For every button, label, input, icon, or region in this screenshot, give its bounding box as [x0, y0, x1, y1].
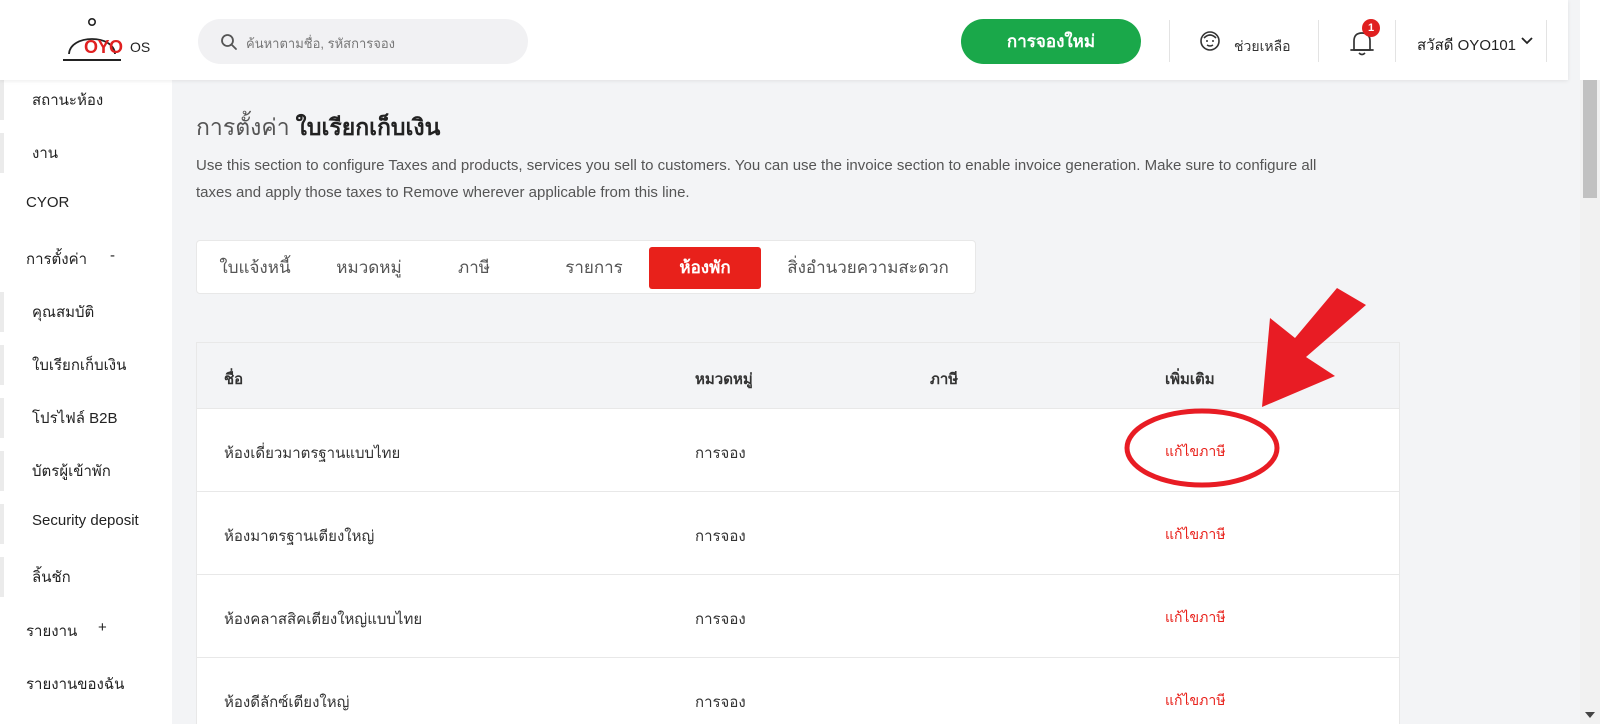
tab-invoices[interactable]: ใบแจ้งหนี้	[215, 247, 295, 289]
collapse-icon[interactable]: -	[110, 247, 115, 264]
column-header-name: ชื่อ	[224, 371, 244, 388]
room-name: ห้องคลาสสิคเตียงใหญ่แบบไทย	[224, 611, 423, 628]
sidebar-indicator	[0, 451, 4, 491]
help-label: ช่วยเหลือ	[1234, 38, 1291, 54]
edit-tax-link[interactable]: แก้ไขภาษี	[1165, 524, 1225, 546]
edit-tax-link[interactable]: แก้ไขภาษี	[1165, 441, 1225, 463]
sidebar-indicator	[0, 292, 4, 332]
sidebar: สถานะห้อง งาน CYOR การตั้งค่า - คุณสมบัต…	[0, 80, 172, 724]
page-description: Use this section to configure Taxes and …	[196, 157, 1317, 201]
header-divider	[1395, 20, 1396, 62]
edit-tax-link[interactable]: แก้ไขภาษี	[1165, 607, 1225, 629]
sidebar-indicator	[0, 557, 4, 597]
rooms-table: ชื่อ หมวดหมู่ ภาษี เพิ่มเติม ห้องเดี่ยวม…	[196, 342, 1400, 724]
column-header-tax: ภาษี	[930, 371, 959, 388]
scroll-down-arrow-icon[interactable]	[1580, 706, 1600, 724]
sidebar-item-reports[interactable]: รายงาน +	[0, 607, 172, 651]
sidebar-item-label: บัตรผู้เข้าพัก	[32, 463, 111, 480]
sidebar-item-drawer[interactable]: ลิ้นชัก	[0, 553, 172, 597]
sidebar-item-label: รายงานของฉัน	[26, 676, 125, 693]
header-divider	[1169, 20, 1170, 62]
table-row: ห้องมาตรฐานเตียงใหญ่ การจอง แก้ไขภาษี	[197, 491, 1399, 574]
support-agent-icon	[1200, 31, 1220, 51]
room-category: การจอง	[695, 611, 746, 628]
oyo-logo[interactable]: OYO OS	[62, 16, 152, 66]
tab-taxes[interactable]: ภาษี	[434, 247, 514, 289]
expand-icon[interactable]: +	[98, 619, 107, 636]
help-button[interactable]: ช่วยเหลือ	[1196, 28, 1306, 56]
edit-tax-link[interactable]: แก้ไขภาษี	[1165, 690, 1225, 712]
sidebar-item-security-deposit[interactable]: Security deposit	[0, 500, 172, 544]
tab-bar: ใบแจ้งหนี้ หมวดหมู่ ภาษี รายการ ห้องพัก …	[196, 240, 976, 294]
table-row: ห้องคลาสสิคเตียงใหญ่แบบไทย การจอง แก้ไขภ…	[197, 574, 1399, 657]
sidebar-item-cyor[interactable]: CYOR	[0, 182, 172, 226]
sidebar-indicator	[0, 80, 4, 120]
header-divider	[1546, 20, 1547, 62]
sidebar-item-b2b-profile[interactable]: โปรไฟล์ B2B	[0, 394, 172, 438]
tab-amenities[interactable]: สิ่งอำนวยความสะดวก	[780, 247, 956, 289]
room-category: การจอง	[695, 528, 746, 545]
column-header-more: เพิ่มเติม	[1165, 371, 1215, 388]
sidebar-indicator	[0, 504, 4, 544]
column-header-category: หมวดหมู่	[695, 371, 753, 388]
page-title-main: ใบเรียกเก็บเงิน	[295, 114, 441, 140]
sidebar-item-label: CYOR	[26, 194, 70, 211]
page-title: การตั้งค่า ใบเรียกเก็บเงิน	[196, 110, 440, 146]
page-title-prefix: การตั้งค่า	[196, 114, 290, 140]
top-header: OYO OS ค้นหาตามชื่อ, รหัสการจอง การจองให…	[0, 0, 1568, 80]
tab-items[interactable]: รายการ	[544, 247, 644, 289]
room-name: ห้องดีลักซ์เตียงใหญ่	[224, 694, 350, 711]
tab-categories[interactable]: หมวดหมู่	[329, 247, 409, 289]
header-divider	[1318, 20, 1319, 62]
search-placeholder: ค้นหาตามชื่อ, รหัสการจอง	[246, 36, 396, 51]
sidebar-item-invoices[interactable]: ใบเรียกเก็บเงิน	[0, 341, 172, 385]
room-name: ห้องมาตรฐานเตียงใหญ่	[224, 528, 375, 545]
page-scrollbar[interactable]	[1580, 80, 1600, 724]
sidebar-item-guest-cards[interactable]: บัตรผู้เข้าพัก	[0, 447, 172, 491]
search-icon	[221, 34, 237, 50]
sidebar-item-tasks[interactable]: งาน	[0, 129, 172, 173]
tab-rooms[interactable]: ห้องพัก	[649, 247, 761, 289]
sidebar-item-properties[interactable]: คุณสมบัติ	[0, 288, 172, 332]
scrollbar-top	[1580, 0, 1600, 80]
sidebar-indicator	[0, 133, 4, 173]
sidebar-item-label: สถานะห้อง	[32, 92, 104, 109]
table-header: ชื่อ หมวดหมู่ ภาษี เพิ่มเติม	[197, 343, 1399, 408]
sidebar-item-label: โปรไฟล์ B2B	[32, 410, 118, 427]
table-row: ห้องเดี่ยวมาตรฐานแบบไทย การจอง แก้ไขภาษี	[197, 408, 1399, 491]
sidebar-indicator	[0, 398, 4, 438]
user-menu[interactable]: สวัสดี OYO101	[1417, 33, 1516, 57]
sidebar-item-label: งาน	[32, 145, 59, 162]
sidebar-item-label: คุณสมบัติ	[32, 304, 95, 321]
sidebar-item-room-status[interactable]: สถานะห้อง	[0, 80, 172, 120]
chevron-down-icon[interactable]	[1520, 36, 1534, 46]
table-row: ห้องดีลักซ์เตียงใหญ่ การจอง แก้ไขภาษี	[197, 657, 1399, 724]
room-category: การจอง	[695, 445, 746, 462]
sidebar-indicator	[0, 345, 4, 385]
sidebar-item-label: การตั้งค่า	[26, 251, 88, 268]
sidebar-item-my-reports[interactable]: รายงานของฉัน	[0, 660, 172, 704]
logo-suffix-text: OS	[130, 39, 151, 55]
scrollbar-thumb[interactable]	[1583, 80, 1597, 198]
room-name: ห้องเดี่ยวมาตรฐานแบบไทย	[224, 445, 401, 462]
sidebar-item-label: ใบเรียกเก็บเงิน	[32, 357, 127, 374]
sidebar-item-label: Security deposit	[32, 512, 139, 529]
sidebar-item-label: ลิ้นชัก	[32, 569, 71, 586]
notification-badge: 1	[1362, 19, 1380, 37]
new-booking-button[interactable]: การจองใหม่	[961, 19, 1141, 64]
sidebar-item-label: รายงาน	[26, 623, 78, 640]
logo-brand-text: OYO	[84, 37, 123, 57]
sidebar-item-settings[interactable]: การตั้งค่า -	[0, 235, 172, 279]
room-category: การจอง	[695, 694, 746, 711]
search-input[interactable]: ค้นหาตามชื่อ, รหัสการจอง	[198, 19, 528, 64]
